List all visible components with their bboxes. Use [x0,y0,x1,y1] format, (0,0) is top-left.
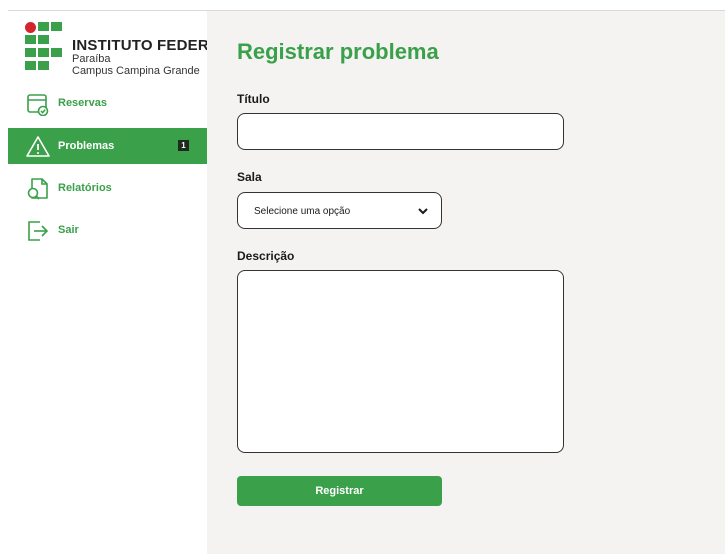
sala-label: Sala [237,170,262,184]
sidebar-item-label: Sair [58,224,79,236]
logout-icon [28,221,49,241]
notification-badge: 1 [178,140,189,151]
logo-title: INSTITUTO FEDERAL [72,37,230,54]
sidebar-item-relatorios[interactable]: Relatórios [8,170,207,206]
logo-subtitle-2: Campus Campina Grande [72,65,200,77]
sidebar-item-label: Relatórios [58,182,112,194]
titulo-input[interactable] [237,113,564,150]
registrar-button[interactable]: Registrar [237,476,442,506]
warning-icon [26,136,50,157]
report-search-icon [27,178,48,200]
chevron-down-icon [418,208,428,215]
titulo-label: Título [237,92,270,106]
sala-selected-value: Selecione uma opção [254,206,351,217]
page-title: Registrar problema [237,39,439,64]
logo-red-dot [25,22,36,33]
main-content: Registrar problema Título Sala Selecione… [207,11,725,554]
logo-subtitle-1: Paraíba [72,53,111,65]
sidebar-item-label: Problemas [58,140,115,152]
descricao-textarea[interactable] [237,270,564,453]
sala-select[interactable]: Selecione uma opção [237,192,442,229]
sidebar-item-problemas[interactable]: Problemas 1 [8,128,207,164]
calendar-check-icon [27,94,49,116]
sidebar-item-sair[interactable]: Sair [8,212,207,248]
descricao-label: Descrição [237,249,295,263]
institution-logo: INSTITUTO FEDERAL Paraíba Campus Campina… [25,22,229,78]
sidebar-item-reservas[interactable]: Reservas [8,85,207,121]
sidebar: INSTITUTO FEDERAL Paraíba Campus Campina… [8,11,229,554]
sidebar-item-label: Reservas [58,97,107,109]
